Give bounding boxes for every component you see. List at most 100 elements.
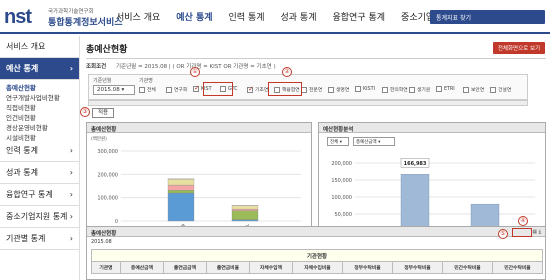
checkbox-box[interactable]	[463, 86, 469, 93]
panel-title: 총예산현황	[87, 123, 311, 133]
nav-budget-stats[interactable]: 예산 통계	[168, 10, 220, 23]
sidebar-item-service-overview[interactable]: 서비스 개요	[0, 36, 79, 58]
bar-segment	[231, 208, 259, 211]
checkbox-label: 생명연	[336, 88, 350, 93]
checkbox-box[interactable]	[382, 86, 388, 93]
nav-service-overview[interactable]: 서비스 개요	[108, 10, 168, 23]
scope-select[interactable]: 전체 ▾	[327, 137, 349, 146]
checkbox-box[interactable]	[436, 86, 442, 92]
column-header[interactable]: 출연금금액	[162, 261, 207, 274]
org-checkbox-4[interactable]: 기초연	[247, 85, 269, 93]
sidebar-item-institution[interactable]: 기관별 통계 ›	[0, 228, 79, 250]
y-tick-label: 50,000	[335, 212, 353, 218]
year-select[interactable]: 2015.08 ▾	[93, 85, 135, 95]
org-checkbox-9[interactable]: 한의학연	[382, 86, 408, 93]
period-label: 2015.08	[91, 239, 112, 245]
sidebar-item-label: 서비스 개요	[6, 42, 46, 51]
column-header[interactable]: 기관명	[91, 261, 121, 274]
main-content: 총예산현황 전체화면으로 보기 조회조건 기준년월 = 2015.08 | ( …	[80, 38, 548, 280]
column-header[interactable]: 정부수탁비율	[391, 261, 443, 274]
y-tick-label: 100,000	[97, 196, 118, 202]
bar-segment	[231, 219, 259, 222]
checkbox-label: 생기원	[417, 88, 431, 93]
checkbox-box[interactable]	[490, 86, 496, 93]
sidebar-item-label: 융합연구 통계	[6, 190, 53, 199]
fullscreen-button[interactable]: 전체화면으로 보기	[493, 42, 545, 54]
sidebar-sub-total-budget[interactable]: 총예산현황	[0, 80, 79, 92]
marker-4: ④	[518, 216, 528, 226]
sidebar-sub-labor[interactable]: 인건비현황	[0, 110, 79, 122]
checkbox-box[interactable]	[328, 86, 334, 93]
group-header: 기관현황	[91, 249, 543, 262]
sidebar-item-label: 인력 통계	[6, 146, 38, 155]
bar-segment	[167, 179, 195, 186]
budget-table-panel: 총예산현황 ▦ ⤓ 2015.08 기관현황 기관명 총예산금액 출연금금액 출연금비…	[86, 226, 546, 280]
nav-convergence-stats[interactable]: 융합연구 통계	[325, 10, 394, 23]
divider	[86, 58, 546, 59]
sidebar-sub-operating[interactable]: 경상운영비현황	[0, 120, 79, 132]
checkbox-box[interactable]	[193, 84, 200, 92]
checkbox-box[interactable]	[355, 86, 361, 92]
column-header[interactable]: 자체수입비율	[291, 261, 343, 274]
chevron-right-icon: ›	[69, 212, 73, 221]
header: nst 국가과학기술연구회 통합통계정보서비스 서비스 개요 예산 통계 인력 …	[0, 0, 550, 34]
org-checkbox-11[interactable]: ETRI	[436, 86, 455, 92]
org-checkbox-12[interactable]: 보안연	[463, 86, 484, 93]
sidebar-item-label: 예산 통계	[6, 64, 39, 73]
year-label: 기준년월	[93, 78, 112, 84]
table-toolbar-icons[interactable]: ▦ ⤓	[532, 229, 541, 235]
sidebar-item-label: 기관별 통계	[6, 234, 46, 243]
filter-scrollbar[interactable]	[88, 100, 528, 106]
logo-mark: nst	[4, 6, 32, 28]
sidebar-item-convergence[interactable]: 융합연구 통계 ›	[0, 184, 79, 206]
org-checkbox-1[interactable]: 연구회	[166, 86, 187, 93]
bar	[400, 174, 430, 232]
sidebar-item-sme[interactable]: 중소기업지원 통계 ›	[0, 206, 79, 228]
org-checkbox-8[interactable]: KISTI	[355, 86, 375, 92]
org-checkbox-13[interactable]: 건설연	[490, 86, 511, 93]
column-header[interactable]: 민간수탁비율	[441, 261, 493, 274]
checkbox-label: 한의학연	[390, 88, 408, 93]
column-header[interactable]: 민간수탁비율	[491, 261, 544, 274]
bar-segment	[167, 184, 195, 191]
metric-select[interactable]: 총예산금액 ▾	[353, 137, 395, 146]
org-checkbox-0[interactable]: 전체	[139, 86, 156, 93]
chevron-down-icon: ▾	[121, 87, 125, 93]
sidebar-item-performance[interactable]: 성과 통계 ›	[0, 162, 79, 184]
sidebar-item-personnel[interactable]: 인력 통계 ›	[0, 140, 79, 162]
org-checkbox-10[interactable]: 생기원	[409, 86, 430, 93]
checkbox-label: ETRI	[444, 86, 455, 92]
column-header[interactable]: 총예산금액	[119, 261, 164, 274]
checkbox-box[interactable]	[166, 86, 172, 93]
nav-personnel-stats[interactable]: 인력 통계	[221, 10, 273, 23]
chevron-down-icon: ▾	[339, 140, 342, 145]
sidebar-sub-rnd[interactable]: 연구개발사업비현황	[0, 90, 79, 102]
checkbox-label: 전체	[147, 88, 156, 93]
checkbox-box[interactable]	[409, 86, 415, 93]
bar-segment	[167, 190, 195, 194]
logo-org: 국가과학기술연구회	[48, 9, 94, 15]
sidebar-item-budget[interactable]: 예산 통계 ›	[0, 58, 79, 80]
checkbox-label: 기초연	[255, 88, 269, 93]
data-label: 166,983	[404, 161, 427, 167]
column-header[interactable]: 출연금비율	[205, 261, 250, 274]
panel-title-text: 예산현황분석	[323, 127, 354, 133]
org-checkbox-7[interactable]: 생명연	[328, 86, 349, 93]
column-header[interactable]: 자체수입액	[248, 261, 293, 274]
indicator-search-button[interactable]: 통계지표 찾기	[430, 10, 545, 24]
y-tick-label: 200,000	[331, 161, 352, 167]
y-tick-label: 100,000	[331, 195, 352, 201]
checkbox-box[interactable]	[139, 86, 145, 93]
nav-performance-stats[interactable]: 성과 통계	[273, 10, 325, 23]
checkbox-box[interactable]	[247, 85, 254, 93]
checkbox-label: 천문연	[309, 88, 323, 93]
y-tick-label: 200,000	[97, 172, 118, 178]
panel-title: 예산현황분석	[319, 123, 545, 133]
panel-title-text: 총예산현황	[91, 127, 117, 133]
org-checkbox-6[interactable]: 천문연	[301, 86, 322, 93]
metric-select-value: 총예산금액	[356, 140, 377, 145]
chevron-right-icon: ›	[69, 64, 73, 73]
page-title: 총예산현황	[86, 45, 128, 55]
apply-button[interactable]: 적용	[92, 108, 114, 118]
column-header[interactable]: 정부수탁비율	[341, 261, 393, 274]
